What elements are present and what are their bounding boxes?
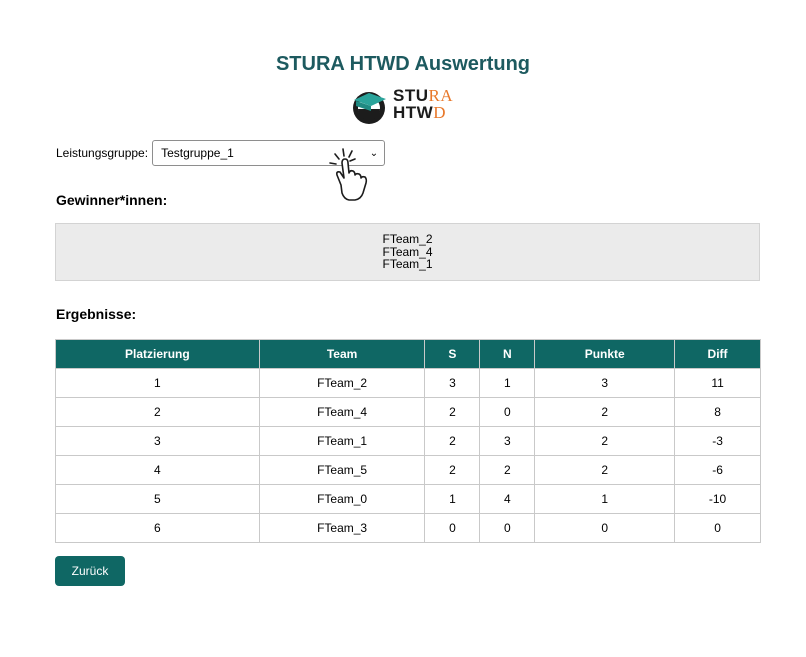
- cell-team: FTeam_0: [258, 484, 426, 514]
- cell-diff: -10: [674, 484, 761, 514]
- table-row: 5 FTeam_0 1 4 1 -10: [55, 484, 761, 514]
- page-title: STURA HTWD Auswertung: [275, 53, 531, 75]
- cell-n: 1: [479, 368, 536, 398]
- cell-diff: 0: [674, 513, 761, 543]
- cell-platzierung: 3: [55, 426, 260, 456]
- table-row: 3 FTeam_1 2 3 2 -3: [55, 426, 761, 456]
- cell-s: 2: [424, 455, 481, 485]
- winners-heading: Gewinner*innen:: [56, 192, 168, 208]
- cell-diff: -3: [674, 426, 761, 456]
- cell-diff: 11: [674, 368, 761, 398]
- cell-diff: 8: [674, 397, 761, 427]
- column-header-platzierung[interactable]: Platzierung: [55, 339, 260, 369]
- group-select-value: Testgruppe_1: [161, 146, 234, 160]
- winners-box: FTeam_2 FTeam_4 FTeam_1: [55, 223, 760, 281]
- cell-s: 3: [424, 368, 481, 398]
- column-header-punkte[interactable]: Punkte: [534, 339, 676, 369]
- group-label: Leistungsgruppe:: [56, 146, 149, 160]
- cell-platzierung: 2: [55, 397, 260, 427]
- column-header-team[interactable]: Team: [258, 339, 426, 369]
- results-heading: Ergebnisse:: [56, 306, 137, 322]
- table-row: 1 FTeam_2 3 1 3 11: [55, 368, 761, 398]
- cell-s: 0: [424, 513, 481, 543]
- logo-wordmark: STURA HTWD: [393, 86, 454, 122]
- cell-team: FTeam_5: [258, 455, 426, 485]
- winner-name: FTeam_2: [382, 232, 433, 246]
- column-header-n[interactable]: N: [479, 339, 536, 369]
- back-button[interactable]: Zurück: [55, 556, 125, 586]
- stura-htwd-logo: STURA HTWD: [348, 86, 468, 126]
- cell-punkte: 3: [534, 368, 676, 398]
- table-row: 6 FTeam_3 0 0 0 0: [55, 513, 761, 543]
- cell-team: FTeam_2: [258, 368, 426, 398]
- cell-punkte: 1: [534, 484, 676, 514]
- cell-team: FTeam_4: [258, 397, 426, 427]
- cell-punkte: 2: [534, 455, 676, 485]
- results-table: Platzierung Team S N Punkte Diff 1 FTeam…: [55, 339, 761, 543]
- cell-diff: -6: [674, 455, 761, 485]
- column-header-s[interactable]: S: [424, 339, 481, 369]
- cell-punkte: 0: [534, 513, 676, 543]
- cell-team: FTeam_3: [258, 513, 426, 543]
- cell-platzierung: 5: [55, 484, 260, 514]
- table-header-row: Platzierung Team S N Punkte Diff: [55, 339, 761, 369]
- cell-n: 4: [479, 484, 536, 514]
- column-header-diff[interactable]: Diff: [674, 339, 761, 369]
- table-row: 4 FTeam_5 2 2 2 -6: [55, 455, 761, 485]
- cell-n: 0: [479, 397, 536, 427]
- cell-s: 2: [424, 426, 481, 456]
- table-row: 2 FTeam_4 2 0 2 8: [55, 397, 761, 427]
- cell-platzierung: 1: [55, 368, 260, 398]
- cell-n: 0: [479, 513, 536, 543]
- cell-n: 2: [479, 455, 536, 485]
- cell-punkte: 2: [534, 397, 676, 427]
- cell-punkte: 2: [534, 426, 676, 456]
- cell-platzierung: 6: [55, 513, 260, 543]
- cell-s: 1: [424, 484, 481, 514]
- cell-n: 3: [479, 426, 536, 456]
- cell-team: FTeam_1: [258, 426, 426, 456]
- cell-s: 2: [424, 397, 481, 427]
- cell-platzierung: 4: [55, 455, 260, 485]
- winner-name: FTeam_1: [382, 257, 433, 271]
- hand-pointer-cursor-icon: [329, 148, 368, 201]
- logo-graduation-icon: [353, 92, 386, 124]
